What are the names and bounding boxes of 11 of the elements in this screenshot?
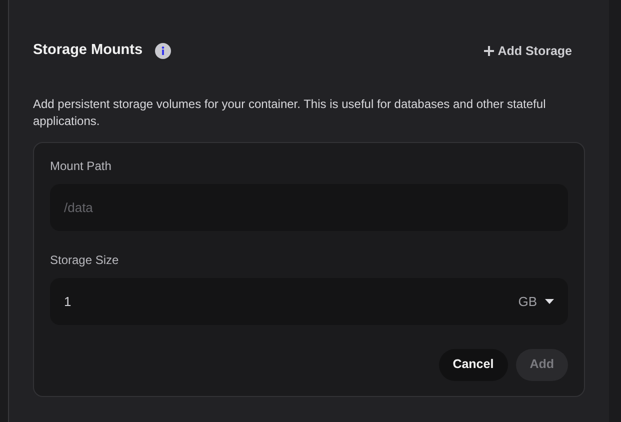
field-label: Storage Size [50,252,120,269]
info-icon[interactable] [154,42,171,59]
cancel-button[interactable]: Cancel [438,348,508,381]
field-label: Mount Path [50,158,112,175]
description: Add persistent storage volumes for your container. This is useful for databases and other stateful applications. [33,96,547,130]
plus-icon [484,46,494,56]
add-storage-button[interactable]: Add Storage [484,42,572,60]
unit-dropdown[interactable]: GB [518,292,554,312]
section-title: Storage Mounts [33,41,143,60]
input-field[interactable]: /data [50,184,568,231]
caret-icon [545,299,554,304]
